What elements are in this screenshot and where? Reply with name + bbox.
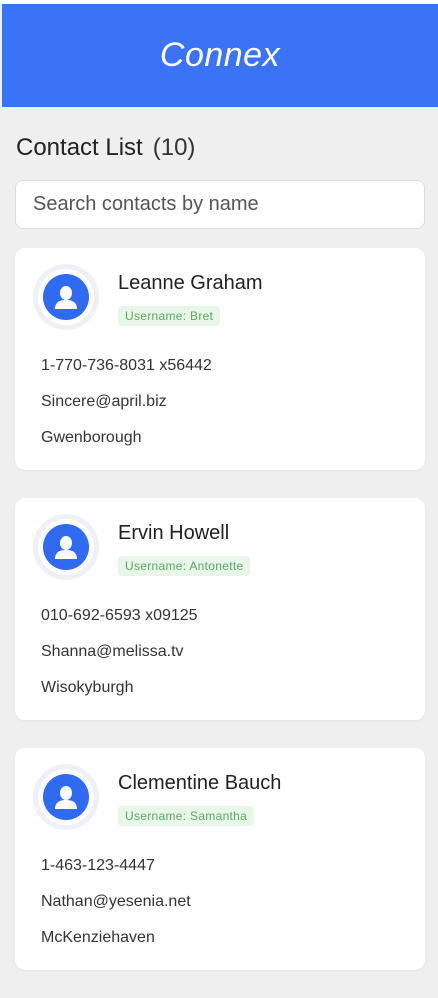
- avatar: [33, 264, 99, 330]
- contact-phone: 1-770-736-8031 x56442: [41, 357, 212, 374]
- contact-city: McKenziehaven: [41, 929, 155, 946]
- username-badge: Username: Samantha: [118, 806, 255, 826]
- contact-name: Ervin Howell: [118, 522, 230, 544]
- contact-list: Leanne Graham Username: Bret 1-770-736-8…: [15, 248, 425, 998]
- contact-name: Leanne Graham: [118, 272, 263, 294]
- contact-city: Wisokyburgh: [41, 679, 134, 696]
- contact-list-heading: Contact List (10): [16, 134, 195, 162]
- contact-card[interactable]: Ervin Howell Username: Antonette 010-692…: [15, 498, 425, 720]
- contact-count: (10): [152, 134, 196, 161]
- avatar: [33, 514, 99, 580]
- username-badge: Username: Antonette: [118, 556, 251, 576]
- contact-card[interactable]: Clementine Bauch Username: Samantha 1-46…: [15, 748, 425, 970]
- contact-email: Nathan@yesenia.net: [41, 893, 191, 910]
- contact-name: Clementine Bauch: [118, 772, 282, 794]
- contact-phone: 010-692-6593 x09125: [41, 607, 198, 624]
- contact-card[interactable]: Leanne Graham Username: Bret 1-770-736-8…: [15, 248, 425, 470]
- avatar: [33, 764, 99, 830]
- contact-phone: 1-463-123-4447: [41, 857, 155, 874]
- contact-city: Gwenborough: [41, 429, 142, 446]
- user-icon: [55, 786, 77, 809]
- app-title: Connex: [159, 36, 281, 74]
- search-input[interactable]: [15, 180, 425, 229]
- contact-email: Shanna@melissa.tv: [41, 643, 184, 660]
- user-icon: [55, 286, 77, 309]
- username-badge: Username: Bret: [118, 306, 221, 326]
- app-header: Connex: [2, 4, 438, 107]
- contact-list-title: Contact List: [16, 134, 143, 161]
- contact-email: Sincere@april.biz: [41, 393, 167, 410]
- user-icon: [55, 536, 77, 559]
